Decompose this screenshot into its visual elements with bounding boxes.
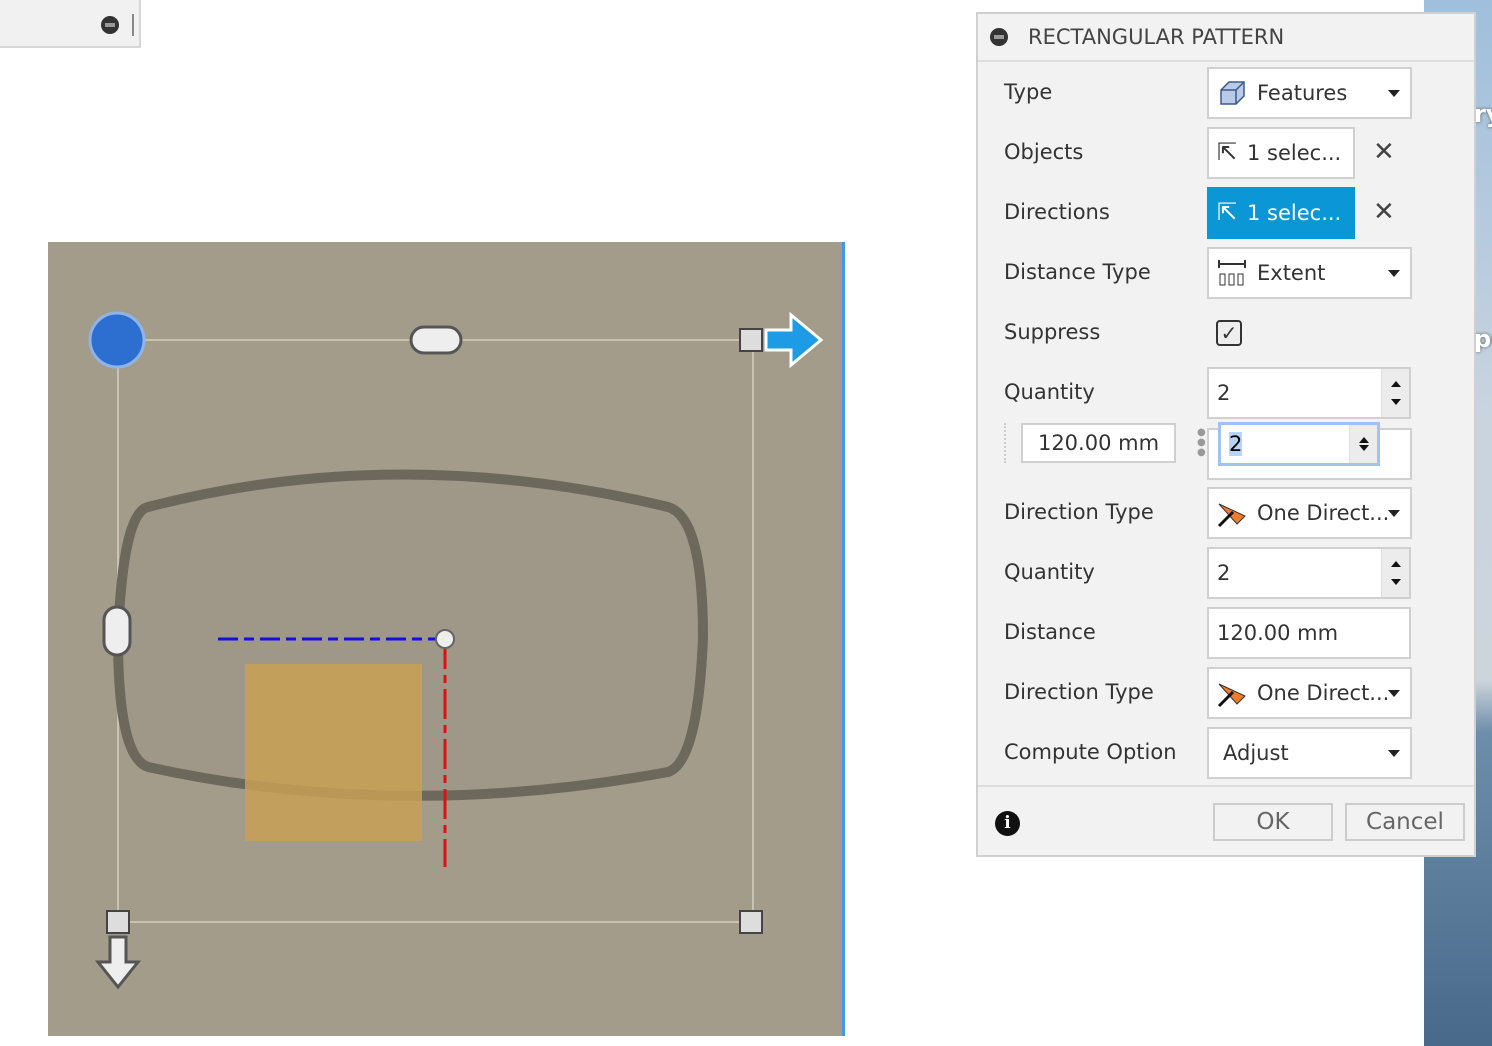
chevron-down-icon bbox=[1388, 750, 1400, 757]
minimize-icon[interactable] bbox=[101, 16, 119, 34]
info-icon[interactable]: i bbox=[995, 811, 1020, 836]
objects-label: Objects bbox=[1004, 140, 1084, 164]
features-icon bbox=[1220, 81, 1245, 105]
stepper-arrows[interactable] bbox=[1381, 549, 1409, 597]
direction-type-dropdown[interactable]: One Direct... bbox=[1207, 487, 1412, 539]
direction-type-value: One Direct... bbox=[1257, 681, 1390, 705]
chevron-down-icon bbox=[1388, 510, 1400, 517]
distance-value: 120.00 mm bbox=[1217, 621, 1339, 645]
compute-option-label: Compute Option bbox=[1004, 740, 1177, 764]
drag-dots-icon[interactable]: ● ● ● bbox=[1197, 428, 1206, 458]
type-label: Type bbox=[1004, 80, 1053, 104]
feature-preview bbox=[245, 664, 422, 841]
compute-option-dropdown[interactable]: Adjust bbox=[1207, 727, 1412, 779]
dialog-title: RECTANGULAR PATTERN bbox=[1028, 25, 1285, 49]
collapse-icon[interactable] bbox=[990, 28, 1008, 46]
direction-type-value: One Direct... bbox=[1257, 501, 1390, 525]
origin-point bbox=[435, 629, 455, 649]
distance-field[interactable]: 120.00 mm bbox=[1207, 607, 1411, 659]
distance-type-dropdown[interactable]: Extent bbox=[1207, 247, 1412, 299]
direction-type-label: Direction Type bbox=[1004, 500, 1154, 524]
quantity-stepper[interactable]: 2 bbox=[1207, 367, 1411, 419]
resize-handle[interactable] bbox=[132, 14, 135, 36]
quantity-value: 2 bbox=[1217, 561, 1231, 585]
suppress-checkbox[interactable]: ✓ bbox=[1216, 320, 1242, 346]
extent-icon bbox=[1218, 260, 1246, 286]
drag-handle[interactable] bbox=[1004, 423, 1008, 463]
toolbar-panel bbox=[0, 0, 141, 48]
arrow-right-icon bbox=[764, 311, 824, 369]
ok-button[interactable]: OK bbox=[1213, 803, 1333, 841]
type-dropdown[interactable]: Features bbox=[1207, 67, 1412, 119]
directions-value: 1 selec... bbox=[1247, 201, 1342, 225]
cancel-button[interactable]: Cancel bbox=[1345, 803, 1465, 841]
quantity-label: Quantity bbox=[1004, 380, 1095, 404]
quantity-stepper[interactable]: 2 bbox=[1207, 547, 1411, 599]
stepper-arrows[interactable] bbox=[1381, 369, 1409, 417]
divider bbox=[978, 785, 1474, 787]
directions-selector[interactable]: ⇱ 1 selec... bbox=[1207, 187, 1355, 239]
suppress-label: Suppress bbox=[1004, 320, 1101, 344]
type-value: Features bbox=[1257, 81, 1348, 105]
distance-label: Distance bbox=[1004, 620, 1096, 644]
stepper-arrows[interactable] bbox=[1349, 425, 1377, 463]
inline-distance-value: 120.00 mm bbox=[1037, 431, 1160, 455]
rectangular-pattern-dialog: RECTANGULAR PATTERN Type Features Object… bbox=[976, 12, 1476, 857]
horizontal-handle bbox=[409, 325, 463, 355]
objects-value: 1 selec... bbox=[1247, 141, 1342, 165]
clear-objects-icon[interactable]: ✕ bbox=[1373, 137, 1395, 167]
inline-distance-field[interactable]: 120.00 mm bbox=[1021, 423, 1176, 463]
directions-label: Directions bbox=[1004, 200, 1110, 224]
one-direction-icon bbox=[1217, 683, 1246, 708]
checkbox-icon bbox=[739, 328, 763, 352]
compute-option-value: Adjust bbox=[1223, 741, 1289, 765]
desktop-text-fragment: pe bbox=[1474, 325, 1492, 353]
arrow-down-icon bbox=[94, 935, 142, 990]
desktop-text-fragment: ry bbox=[1474, 100, 1492, 128]
distance-type-label: Distance Type bbox=[1004, 260, 1151, 284]
inline-quantity-value: 2 bbox=[1229, 432, 1243, 456]
checkbox-icon bbox=[739, 910, 763, 934]
viewport-scene bbox=[88, 311, 824, 990]
objects-selector[interactable]: ⇱ 1 selec... bbox=[1207, 127, 1355, 179]
origin-handle bbox=[88, 311, 146, 369]
direction-type-dropdown[interactable]: One Direct... bbox=[1207, 667, 1412, 719]
direction-type-label: Direction Type bbox=[1004, 680, 1154, 704]
chevron-down-icon bbox=[1388, 690, 1400, 697]
cursor-icon: ⇱ bbox=[1217, 198, 1238, 226]
inline-quantity-stepper[interactable]: 2 bbox=[1218, 422, 1380, 466]
3d-viewport[interactable] bbox=[48, 242, 845, 1036]
one-direction-icon bbox=[1217, 503, 1246, 528]
dialog-header: RECTANGULAR PATTERN bbox=[978, 14, 1474, 62]
checkbox-icon bbox=[106, 910, 130, 934]
vertical-handle bbox=[102, 605, 132, 657]
chevron-down-icon bbox=[1388, 270, 1400, 277]
chevron-down-icon bbox=[1388, 90, 1400, 97]
distance-type-value: Extent bbox=[1257, 261, 1326, 285]
clear-directions-icon[interactable]: ✕ bbox=[1373, 197, 1395, 227]
quantity-label: Quantity bbox=[1004, 560, 1095, 584]
cursor-icon: ⇱ bbox=[1217, 138, 1238, 166]
quantity-value: 2 bbox=[1217, 381, 1231, 405]
